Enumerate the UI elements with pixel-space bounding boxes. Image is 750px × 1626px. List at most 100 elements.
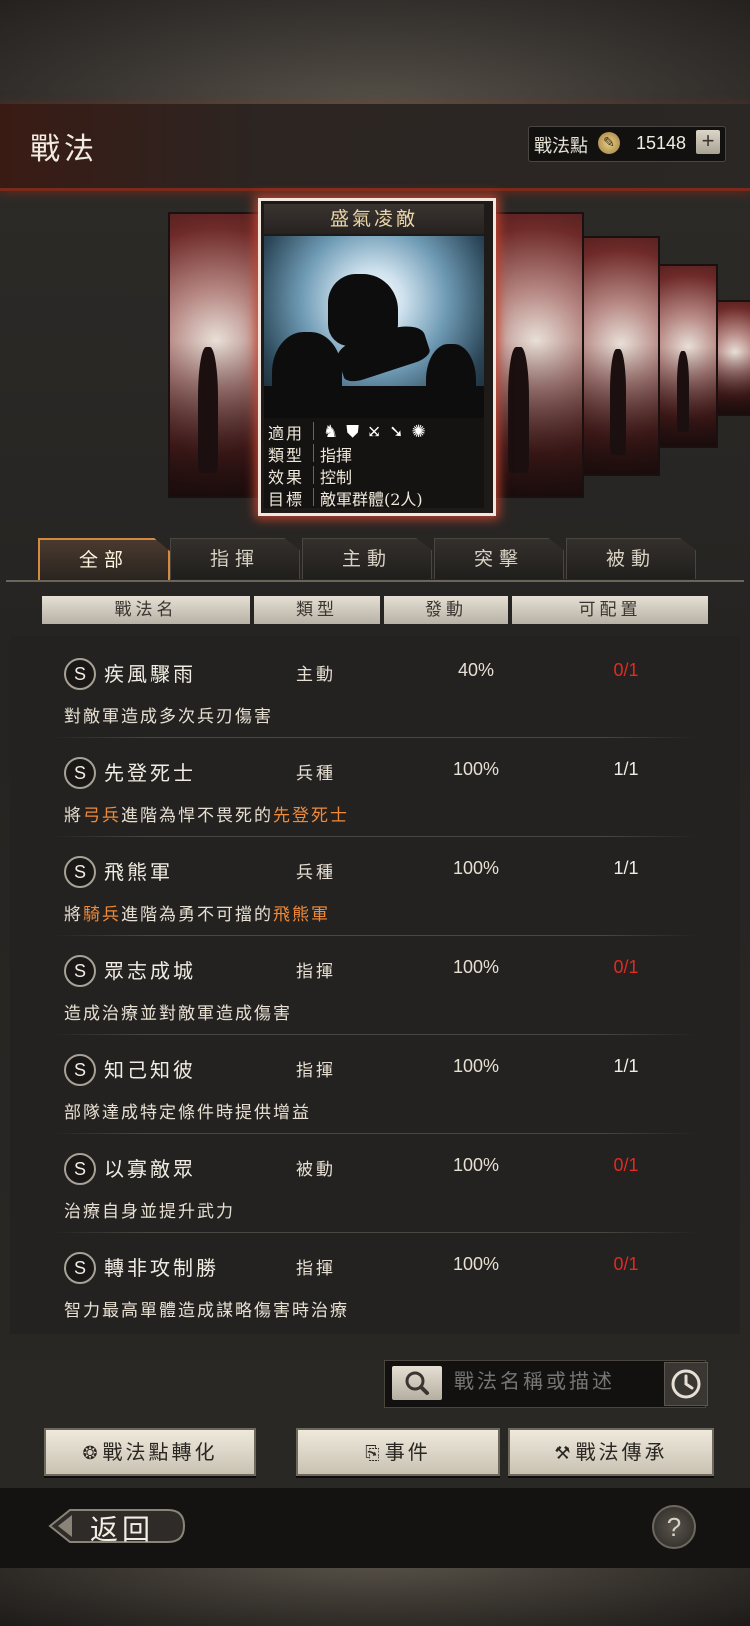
grade-badge: S [64,757,96,789]
tab-all[interactable]: 全部 [38,538,170,582]
column-header-type[interactable]: 類型 [254,596,380,624]
tactic-row[interactable]: S 飛熊軍 兵種 100% 1/1 將騎兵進階為勇不可擋的飛熊軍 [50,842,698,936]
tactic-description: 智力最高單體造成謀略傷害時治療 [64,1301,349,1321]
tactic-row[interactable]: S 以寡敵眾 被動 100% 0/1 治療自身並提升武力 [50,1139,698,1233]
convert-points-label: 戰法點轉化 [102,1440,218,1464]
clock-icon [671,1369,701,1399]
row-divider [50,836,698,837]
desc-highlight: 弓兵 [83,806,121,826]
row-divider [50,935,698,936]
info-value-effect: 控制 [320,468,353,487]
flame-icon: ❂ [82,1443,101,1464]
info-divider [313,444,314,462]
tactic-trigger-rate: 100% [452,1056,500,1076]
tactic-name: 疾風驟雨 [104,662,196,686]
tab-passive[interactable]: 被動 [566,538,696,579]
tactic-row[interactable]: S 疾風驟雨 主動 40% 0/1 對敵軍造成多次兵刃傷害 [50,644,698,738]
featured-tactic-artwork [264,236,484,418]
tactic-type: 兵種 [296,764,336,784]
carousel-card-right-4[interactable] [716,300,750,416]
carousel-card-right-3[interactable] [658,264,718,448]
tactic-type: 被動 [296,1160,336,1180]
page-title: 戰法 [30,132,98,167]
column-header-trigger[interactable]: 發動 [384,596,508,624]
add-points-button[interactable]: + [696,130,720,154]
tactic-points-value: 15148 [636,133,687,153]
soldier-silhouette [197,346,218,474]
tactic-type: 主動 [296,665,336,685]
info-divider [313,488,314,506]
soldier-silhouette [676,350,690,432]
tactic-row[interactable]: S 知己知彼 指揮 100% 1/1 部隊達成特定條件時提供增益 [50,1040,698,1134]
column-header-name[interactable]: 戰法名 [42,596,250,624]
tactic-points-label: 戰法點 [534,136,588,157]
troop-type-icons: ♞⛊⤩➘✺ [323,422,434,442]
tactic-slots: 1/1 [613,759,639,779]
grade-badge: S [64,856,96,888]
column-header-slots[interactable]: 可配置 [512,596,708,624]
info-value-type: 指揮 [320,446,353,465]
desc-text: 將 [64,905,83,925]
desc-text: 進階為悍不畏死的 [121,806,273,826]
tactic-row[interactable]: S 轉非攻制勝 指揮 100% 0/1 智力最高單體造成謀略傷害時治療 [50,1238,698,1332]
tactic-description: 部隊達成特定條件時提供增益 [64,1103,311,1123]
tactic-slots: 0/1 [613,1254,639,1274]
tactic-row[interactable]: S 眾志成城 指揮 100% 0/1 造成治療並對敵軍造成傷害 [50,941,698,1035]
hammer-icon: ⚒ [554,1443,574,1464]
shield-icon: ⛊ [346,422,367,442]
event-button[interactable]: ⎘ 事件 [296,1428,500,1476]
carousel-card-right-1[interactable] [488,212,584,498]
search-button[interactable] [392,1366,442,1400]
tactic-trigger-rate: 100% [452,858,500,878]
info-label-applicable: 適用 [268,424,305,443]
grade-badge: S [64,1252,96,1284]
desc-text: 進階為勇不可擋的 [121,905,273,925]
tactic-trigger-rate: 100% [452,1155,500,1175]
grade-badge: S [64,1153,96,1185]
tactic-slots: 0/1 [613,1155,639,1175]
tactic-trigger-rate: 40% [457,660,495,680]
event-label: 事件 [384,1440,431,1464]
tactic-name: 以寡敵眾 [104,1157,196,1181]
bottom-backdrop [0,1568,750,1626]
tactic-trigger-rate: 100% [452,1254,500,1274]
tactic-name: 轉非攻制勝 [104,1256,219,1280]
history-button[interactable] [664,1362,708,1406]
tactic-slots: 0/1 [613,660,639,680]
info-divider [313,422,314,440]
info-label-effect: 效果 [268,468,305,487]
tactic-type: 指揮 [296,1259,336,1279]
carousel-card-left[interactable] [168,212,264,498]
quill-icon: ✎ [598,132,620,154]
inherit-tactic-label: 戰法傳承 [575,1440,668,1464]
tactic-description: 造成治療並對敵軍造成傷害 [64,1004,292,1024]
tab-active[interactable]: 主動 [302,538,432,579]
tactic-name: 先登死士 [104,761,196,785]
card-shadow [718,352,750,414]
info-label-target: 目標 [268,490,305,509]
tactic-type: 指揮 [296,962,336,982]
siege-icon: ✺ [411,422,434,442]
convert-points-button[interactable]: ❂ 戰法點轉化 [44,1428,256,1476]
tactic-row[interactable]: S 先登死士 兵種 100% 1/1 將弓兵進階為悍不畏死的先登死士 [50,743,698,837]
alert-icon: ⎘ [365,1443,383,1464]
help-button[interactable]: ? [652,1505,696,1549]
carousel-card-right-2[interactable] [582,236,660,476]
tab-command[interactable]: 指揮 [170,538,300,579]
info-divider [313,466,314,484]
tactic-description: 將弓兵進階為悍不畏死的先登死士 [64,801,349,826]
tactic-type: 兵種 [296,863,336,883]
tactic-type: 指揮 [296,1061,336,1081]
back-button-label[interactable]: 返回 [90,1508,154,1548]
search-input[interactable] [452,1368,666,1394]
row-divider [50,1034,698,1035]
ground-shadow [264,386,484,418]
tab-divider [6,580,744,582]
tactic-slots: 1/1 [613,858,639,878]
desc-highlight: 先登死士 [273,806,349,826]
tactic-slots: 1/1 [613,1056,639,1076]
inherit-tactic-button[interactable]: ⚒ 戰法傳承 [508,1428,714,1476]
tactic-slots: 0/1 [613,957,639,977]
soldier-silhouette [508,346,529,474]
tab-assault[interactable]: 突擊 [434,538,564,579]
